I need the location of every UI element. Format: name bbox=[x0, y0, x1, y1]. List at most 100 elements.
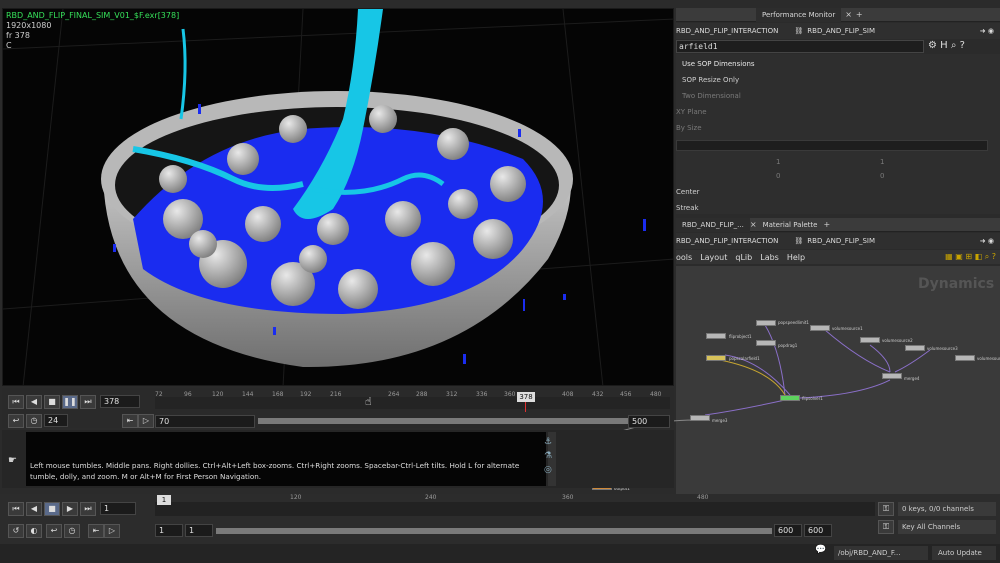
range-lock-icon-2[interactable]: ▷ bbox=[104, 524, 120, 538]
jump-end-button[interactable]: ⏭ bbox=[80, 395, 96, 409]
pause-button[interactable]: ❚❚ bbox=[62, 395, 78, 409]
viewport-channel: C bbox=[6, 41, 12, 50]
close-icon[interactable]: × bbox=[750, 220, 757, 229]
main-range-slider[interactable] bbox=[216, 528, 772, 534]
range-slider[interactable] bbox=[258, 418, 628, 424]
value-1a: 1 bbox=[776, 158, 781, 166]
help-text: Left mouse tumbles. Middle pans. Right d… bbox=[30, 461, 520, 481]
menu-qlib[interactable]: qLib bbox=[735, 253, 752, 262]
timeline-ruler[interactable] bbox=[155, 397, 670, 409]
play-reverse-button[interactable]: ◀ bbox=[26, 395, 42, 409]
menu-tools[interactable]: ools bbox=[676, 253, 692, 262]
node-merge4[interactable] bbox=[882, 373, 902, 379]
network-tabs: RBD_AND_FLIP_... × Material Palette + bbox=[676, 217, 1000, 232]
path-left[interactable]: RBD_AND_FLIP_INTERACTION bbox=[676, 27, 778, 35]
main-range-end-a[interactable]: 600 bbox=[774, 524, 802, 537]
by-size-menu[interactable]: By Size bbox=[676, 124, 702, 132]
sop-resize-only[interactable]: SOP Resize Only bbox=[682, 76, 739, 84]
viewport-title: RBD_AND_FLIP_FINAL_SIM_V01_$F.exr[378] bbox=[6, 11, 180, 20]
auto-update-menu[interactable]: Auto Update bbox=[932, 546, 996, 560]
use-sop-dimensions[interactable]: Use SOP Dimensions bbox=[682, 60, 755, 68]
center-menu[interactable]: Center bbox=[676, 188, 700, 196]
tab-material-palette[interactable]: Material Palette bbox=[757, 218, 824, 232]
jump-start-button[interactable]: ⏮ bbox=[8, 395, 24, 409]
close-icon[interactable]: × bbox=[845, 10, 852, 19]
playhead-line bbox=[525, 402, 526, 412]
main-realtime-toggle[interactable]: ↺ bbox=[8, 524, 24, 538]
network-path-bar: RBD_AND_FLIP_INTERACTION ⛓ RBD_AND_FLIP_… bbox=[676, 233, 1000, 249]
network-icon: ⛓ bbox=[794, 27, 804, 35]
menu-layout[interactable]: Layout bbox=[700, 253, 727, 262]
two-dimensional[interactable]: Two Dimensional bbox=[682, 92, 741, 100]
node-volumesource3[interactable] bbox=[905, 345, 925, 351]
key-icon[interactable]: ⚿ bbox=[878, 502, 894, 516]
help-console: Left mouse tumbles. Middle pans. Right d… bbox=[26, 432, 546, 486]
stop-button[interactable]: ■ bbox=[44, 395, 60, 409]
node-popscalarfield1[interactable] bbox=[706, 355, 726, 361]
pin-icon[interactable]: ➜ ◉ bbox=[980, 237, 1000, 245]
range-end-field[interactable]: 500 bbox=[628, 415, 670, 428]
main-stop-button[interactable]: ■ bbox=[44, 502, 60, 516]
playhead-marker[interactable]: 378 bbox=[517, 392, 535, 402]
network-icon: ⛓ bbox=[794, 237, 804, 245]
param-path-bar: RBD_AND_FLIP_INTERACTION ⛓ RBD_AND_FLIP_… bbox=[676, 23, 1000, 39]
toolbar-icons[interactable]: ▦ ▣ ⊞ ◧ ⌕ ? bbox=[945, 252, 1000, 262]
step-field[interactable]: 24 bbox=[44, 414, 68, 427]
main-jump-end-button[interactable]: ⏭ bbox=[80, 502, 96, 516]
viewport-frame: fr 378 bbox=[6, 31, 30, 40]
loop-icon[interactable]: ↩ bbox=[46, 524, 62, 538]
main-play-button[interactable]: ▶ bbox=[62, 502, 78, 516]
status-path[interactable]: /obj/RBD_AND_F... bbox=[834, 546, 928, 560]
node-volumesource4[interactable] bbox=[955, 355, 975, 361]
xy-plane-menu[interactable]: XY Plane bbox=[676, 108, 707, 116]
streak-menu[interactable]: Streak bbox=[676, 204, 699, 212]
pin-icon[interactable]: ➜ ◉ bbox=[980, 27, 1000, 35]
realtime-toggle[interactable]: ↩ bbox=[8, 414, 24, 428]
path-right[interactable]: RBD_AND_FLIP_SIM bbox=[807, 27, 875, 35]
value-1b: 1 bbox=[880, 158, 885, 166]
main-play-reverse-button[interactable]: ◀ bbox=[26, 502, 42, 516]
clock-icon[interactable]: ◷ bbox=[64, 524, 80, 538]
gear-icon[interactable]: ⚙ H ⌕ ? bbox=[928, 40, 965, 51]
viewport-resolution: 1920x1080 bbox=[6, 21, 52, 30]
network-menubar: ools Layout qLib Labs Help ▦ ▣ ⊞ ◧ ⌕ ? bbox=[676, 250, 1000, 264]
key-all-channels-button[interactable]: Key All Channels bbox=[898, 520, 996, 534]
size-field[interactable] bbox=[676, 140, 988, 151]
main-frame-field[interactable]: 1 bbox=[100, 502, 136, 515]
node-volumesource2[interactable] bbox=[860, 337, 880, 343]
node-volumesource1[interactable] bbox=[810, 325, 830, 331]
main-range-start-a[interactable]: 1 bbox=[155, 524, 183, 537]
console-side-icons[interactable]: ⚓ ⚗ ◎ bbox=[544, 435, 552, 477]
menu-labs[interactable]: Labs bbox=[760, 253, 779, 262]
node-name-field[interactable]: arfield1 bbox=[676, 40, 924, 53]
main-timeline-ruler[interactable] bbox=[155, 502, 875, 516]
range-start-icon[interactable]: ⇤ bbox=[122, 414, 138, 428]
main-range-end-b[interactable]: 600 bbox=[804, 524, 832, 537]
main-range-start-b[interactable]: 1 bbox=[185, 524, 213, 537]
value-0b: 0 bbox=[880, 172, 885, 180]
add-tab-icon[interactable]: + bbox=[856, 10, 863, 19]
node-flipsolver1[interactable] bbox=[780, 395, 800, 401]
tab-performance-monitor[interactable]: Performance Monitor bbox=[756, 7, 842, 22]
node-merge3[interactable] bbox=[690, 415, 710, 421]
range-lock-icon[interactable]: ▷ bbox=[138, 414, 154, 428]
top-panel-tabs: Performance Monitor × + bbox=[676, 7, 1000, 22]
range-start-icon-2[interactable]: ⇤ bbox=[88, 524, 104, 538]
node-fliprobject1[interactable] bbox=[706, 333, 726, 339]
frame-rate-icon[interactable]: ◷ bbox=[26, 414, 42, 428]
message-icon[interactable]: 💬 bbox=[815, 545, 826, 555]
menu-help[interactable]: Help bbox=[787, 253, 805, 262]
range-start-field[interactable]: 70 bbox=[155, 415, 255, 428]
audio-icon[interactable]: ◐ bbox=[26, 524, 42, 538]
key-all-icon[interactable]: ⚿ bbox=[878, 520, 894, 534]
tab-network[interactable]: RBD_AND_FLIP_... bbox=[676, 217, 750, 232]
add-tab-icon[interactable]: + bbox=[823, 220, 830, 229]
main-playhead[interactable]: 1 bbox=[157, 495, 171, 505]
node-popspeedlimit1[interactable] bbox=[756, 320, 776, 326]
network-context-label: Dynamics bbox=[918, 276, 995, 292]
frame-field[interactable]: 378 bbox=[100, 395, 140, 408]
main-jump-start-button[interactable]: ⏮ bbox=[8, 502, 24, 516]
network-path-left[interactable]: RBD_AND_FLIP_INTERACTION bbox=[676, 237, 778, 245]
network-path-right[interactable]: RBD_AND_FLIP_SIM bbox=[807, 237, 875, 245]
node-popdrag1[interactable] bbox=[756, 340, 776, 346]
